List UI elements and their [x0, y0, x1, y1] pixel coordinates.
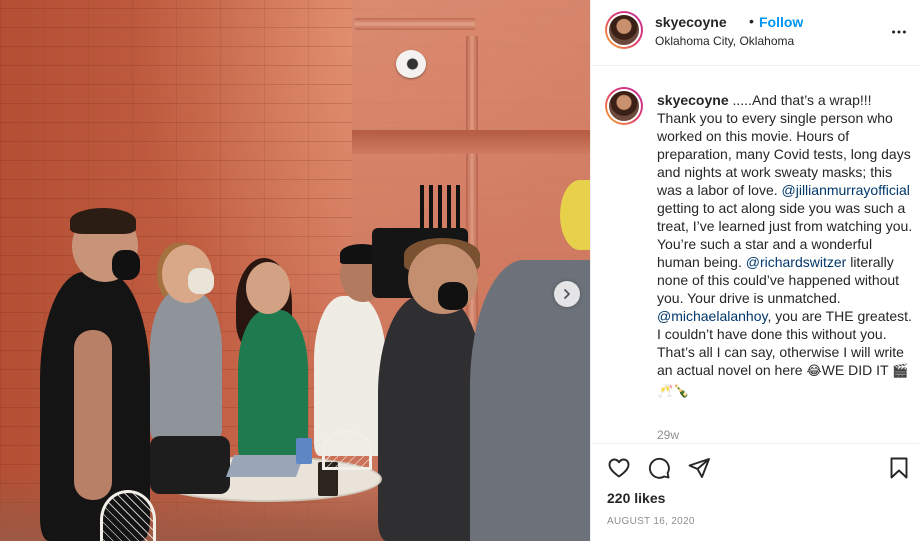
chevron-right-icon: [564, 289, 570, 299]
location-link[interactable]: Oklahoma City, Oklahoma: [655, 34, 794, 48]
person-hair: [70, 208, 136, 234]
follow-button[interactable]: Follow: [759, 14, 803, 30]
chair: [322, 430, 372, 470]
camera-bag: [150, 436, 230, 494]
face-mask: [438, 282, 468, 310]
post-date[interactable]: AUGUST 16, 2020: [607, 516, 695, 527]
mention-link[interactable]: @jillianmurrayofficial: [782, 182, 910, 198]
share-icon: [688, 458, 710, 478]
caption-text: skyecoyne .....And that’s a wrap!!! Than…: [657, 91, 913, 401]
post-photo[interactable]: [0, 0, 590, 541]
post-age[interactable]: 29w: [657, 428, 679, 442]
person-figure: [378, 296, 484, 541]
header-username[interactable]: skyecoyne: [655, 14, 727, 30]
face-mask: [112, 250, 140, 280]
share-button[interactable]: [687, 456, 713, 482]
post-header: skyecoyne • Follow Oklahoma City, Oklaho…: [591, 0, 919, 66]
caption-username[interactable]: skyecoyne: [657, 92, 729, 108]
separator-dot: •: [749, 13, 754, 29]
mention-link[interactable]: @michaelalanhoy: [657, 308, 767, 324]
person-figure: [150, 290, 222, 440]
post-side-panel: skyecoyne • Follow Oklahoma City, Oklaho…: [590, 0, 919, 541]
person-head: [246, 262, 290, 314]
face-mask: [188, 268, 214, 294]
wall-ledge: [352, 130, 590, 154]
camera-rig-antennas: [420, 185, 460, 231]
actions-bar: 220 likes AUGUST 16, 2020: [591, 443, 919, 541]
like-button[interactable]: [607, 456, 633, 482]
caption-segment: WE DID IT: [821, 362, 893, 378]
likes-count[interactable]: 220 likes: [607, 490, 665, 506]
heart-icon: [608, 458, 630, 478]
avatar[interactable]: [605, 11, 643, 49]
security-camera: [396, 50, 426, 78]
tablet: [225, 455, 305, 477]
avatar-image: [607, 89, 641, 123]
comment-icon: [648, 457, 670, 479]
cup: [296, 438, 312, 464]
pipe: [355, 18, 475, 30]
comment-button[interactable]: [647, 456, 673, 482]
bookmark-icon: [890, 457, 908, 479]
mention-link[interactable]: @richardswitzer: [746, 254, 847, 270]
more-horizontal-icon: [892, 30, 906, 34]
next-photo-button[interactable]: [554, 281, 580, 307]
avatar-image: [607, 13, 641, 47]
caption-avatar[interactable]: [605, 87, 643, 125]
laughing-emoji: 😂: [806, 364, 822, 379]
more-options-button[interactable]: [889, 22, 909, 42]
save-button[interactable]: [887, 456, 913, 482]
chair: [100, 490, 156, 541]
person-arm: [74, 330, 112, 500]
